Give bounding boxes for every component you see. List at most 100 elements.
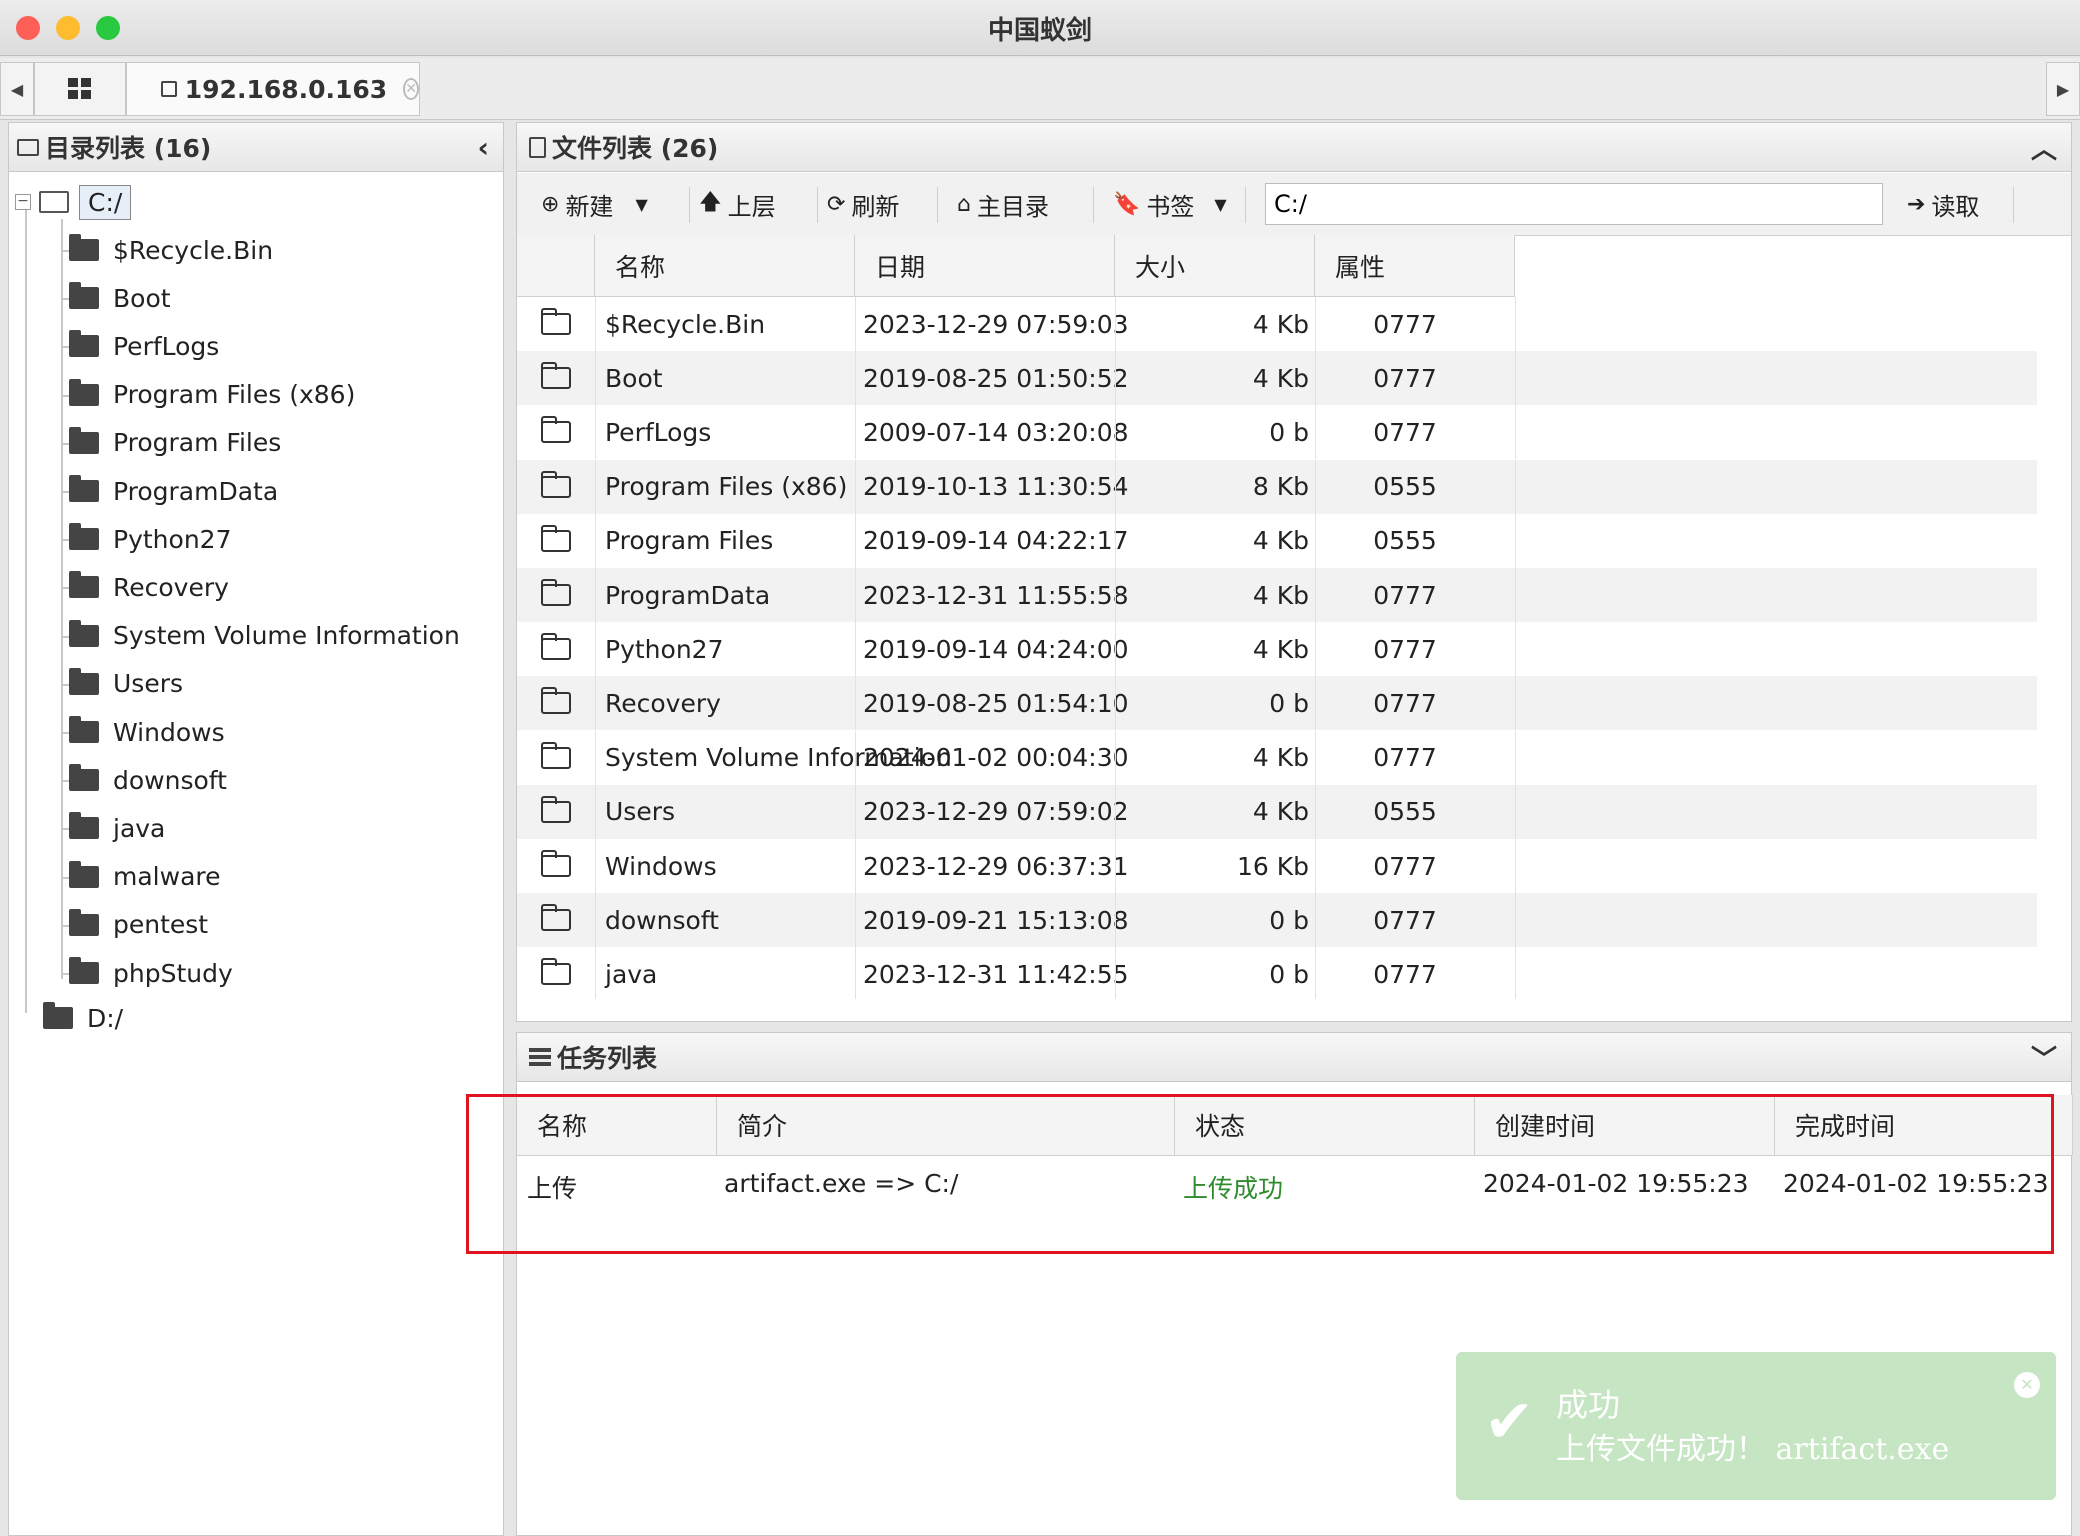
- read-button[interactable]: ➔ 读取: [1907, 173, 1979, 235]
- column-header-size[interactable]: 大小: [1115, 235, 1315, 297]
- tree-root-label: C:/: [79, 184, 132, 220]
- collapse-tree-icon[interactable]: −: [15, 194, 31, 210]
- tree-item[interactable]: Users: [61, 660, 183, 708]
- tree-root-label: D:/: [87, 1003, 124, 1033]
- column-divider: [1315, 297, 1316, 351]
- column-header-icon: [517, 235, 595, 297]
- file-row[interactable]: Python27 2019-09-14 04:24:00 4 Kb 0777: [517, 622, 2037, 677]
- up-button-label: 上层: [727, 192, 776, 221]
- tree-item[interactable]: malware: [61, 853, 221, 901]
- file-attr: 0777: [1373, 634, 1437, 664]
- file-row[interactable]: java 2023-12-31 11:42:55 0 b 0777: [517, 947, 2037, 999]
- file-attr: 0777: [1373, 417, 1437, 447]
- refresh-button[interactable]: ⟳ 刷新: [827, 173, 899, 235]
- file-row[interactable]: Recovery 2019-08-25 01:54:10 0 b 0777: [517, 676, 2037, 731]
- collapse-up-icon[interactable]: ︿: [2031, 129, 2057, 166]
- column-divider: [1515, 513, 1516, 568]
- folder-icon: [541, 795, 571, 823]
- file-row[interactable]: Windows 2023-12-29 06:37:31 16 Kb 0777: [517, 839, 2037, 893]
- tree-item[interactable]: ProgramData: [61, 467, 279, 515]
- column-divider: [1115, 730, 1116, 785]
- file-name: Python27: [605, 634, 724, 664]
- file-row[interactable]: Users 2023-12-29 07:59:02 4 Kb 0555: [517, 784, 2037, 839]
- file-row[interactable]: Boot 2019-08-25 01:50:52 4 Kb 0777: [517, 351, 2037, 406]
- file-row[interactable]: Program Files (x86) 2019-10-13 11:30:54 8 …: [517, 459, 2037, 514]
- new-button[interactable]: ⊕ 新建 ▼: [541, 173, 648, 235]
- folder-icon: [541, 362, 571, 390]
- tab-scroll-left-button[interactable]: ◀: [0, 62, 34, 116]
- file-attr: 0555: [1373, 526, 1437, 556]
- file-name: PerfLogs: [605, 417, 712, 447]
- tree-item[interactable]: PerfLogs: [61, 322, 219, 370]
- toolbar-separator: [937, 187, 938, 223]
- tree-item[interactable]: java: [61, 804, 165, 852]
- tree-item[interactable]: $Recycle.Bin: [61, 226, 273, 274]
- tree-item[interactable]: Recovery: [61, 563, 229, 611]
- column-header-attr[interactable]: 属性: [1315, 235, 1515, 297]
- file-row[interactable]: Program Files 2019-09-14 04:22:17 4 Kb 0555: [517, 513, 2037, 568]
- column-header-date[interactable]: 日期: [855, 235, 1115, 297]
- tree-item-label: Boot: [113, 283, 171, 313]
- file-row[interactable]: $Recycle.Bin 2023-12-29 07:59:03 4 Kb 0777: [517, 297, 2037, 351]
- tree-item[interactable]: Windows: [61, 708, 225, 756]
- column-divider: [855, 459, 856, 514]
- tree-item-label: Python27: [113, 524, 232, 554]
- folder-icon: [69, 667, 99, 695]
- home-button[interactable]: ⌂ 主目录: [957, 173, 1049, 235]
- column-divider: [1315, 568, 1316, 622]
- file-row-icon-cell: [541, 676, 571, 730]
- column-divider: [595, 459, 596, 514]
- file-attr: 0555: [1373, 472, 1437, 502]
- panel-splitter[interactable]: [504, 122, 516, 1536]
- column-divider: [1515, 351, 1516, 406]
- tree-item-label: ProgramData: [113, 476, 279, 506]
- column-header-name[interactable]: 名称: [595, 235, 855, 297]
- file-row[interactable]: downsoft 2019-09-21 15:13:08 0 b 0777: [517, 893, 2037, 948]
- folder-icon: [541, 579, 571, 606]
- collapse-down-icon[interactable]: ﹀: [2031, 1039, 2057, 1076]
- tree-item[interactable]: pentest: [61, 901, 208, 949]
- folder-icon: [69, 234, 99, 261]
- folder-icon: [43, 1002, 73, 1029]
- tab-home-grid[interactable]: [34, 62, 126, 116]
- tree-item[interactable]: downsoft: [61, 756, 227, 804]
- file-row[interactable]: PerfLogs 2009-07-14 03:20:08 0 b 0777: [517, 405, 2037, 460]
- file-row-icon-cell: [541, 893, 571, 947]
- file-row[interactable]: System Volume Information 2024-01-02 00:0…: [517, 730, 2037, 785]
- tree-root-c[interactable]: − C:/: [15, 178, 132, 226]
- folder-icon: [69, 812, 99, 840]
- bookmark-button[interactable]: 🔖 书签 ▼: [1113, 173, 1227, 235]
- dropdown-caret-icon: ▼: [1214, 194, 1227, 214]
- folder-icon: [69, 716, 99, 743]
- file-row-icon-cell: [541, 622, 571, 676]
- file-row-icon-cell: [541, 568, 571, 622]
- path-input[interactable]: [1265, 183, 1883, 225]
- folder-icon: [69, 282, 99, 310]
- tree-item[interactable]: System Volume Information: [61, 612, 460, 660]
- column-divider: [855, 568, 856, 622]
- column-divider: [595, 297, 596, 351]
- tree-item[interactable]: Python27: [61, 515, 232, 563]
- folder-icon: [69, 330, 99, 358]
- close-tab-icon[interactable]: ✕: [403, 78, 419, 100]
- file-toolbar: ⊕ 新建 ▼ 🡅 上层 ⟳ 刷新 ⌂ 主目录 🔖 书签 ▼ ➔ 读取: [517, 173, 2071, 236]
- tab-connection[interactable]: 192.168.0.163 ✕: [126, 62, 420, 116]
- file-size: 0 b: [1269, 417, 1309, 447]
- column-divider: [1315, 893, 1316, 948]
- toolbar-separator: [1093, 187, 1094, 223]
- close-toast-icon[interactable]: ✕: [2014, 1372, 2040, 1398]
- tab-scroll-right-button[interactable]: ▶: [2046, 62, 2080, 116]
- tree-item[interactable]: phpStudy: [61, 949, 233, 997]
- up-button[interactable]: 🡅 上层: [699, 173, 776, 235]
- column-divider: [855, 513, 856, 568]
- collapse-left-icon[interactable]: ‹: [477, 131, 489, 164]
- tree-root-d[interactable]: D:/: [43, 994, 123, 1042]
- file-row[interactable]: ProgramData 2023-12-31 11:55:58 4 Kb 0777: [517, 568, 2037, 622]
- highlight-box: [466, 1094, 2054, 1254]
- tree-item[interactable]: Program Files (x86): [61, 371, 355, 419]
- tree-item[interactable]: Boot: [61, 274, 171, 322]
- file-size: 0 b: [1269, 905, 1309, 935]
- title-bar: 中国蚁剑: [0, 0, 2080, 56]
- tree-item[interactable]: Program Files: [61, 419, 281, 467]
- toolbar-separator: [2013, 187, 2014, 223]
